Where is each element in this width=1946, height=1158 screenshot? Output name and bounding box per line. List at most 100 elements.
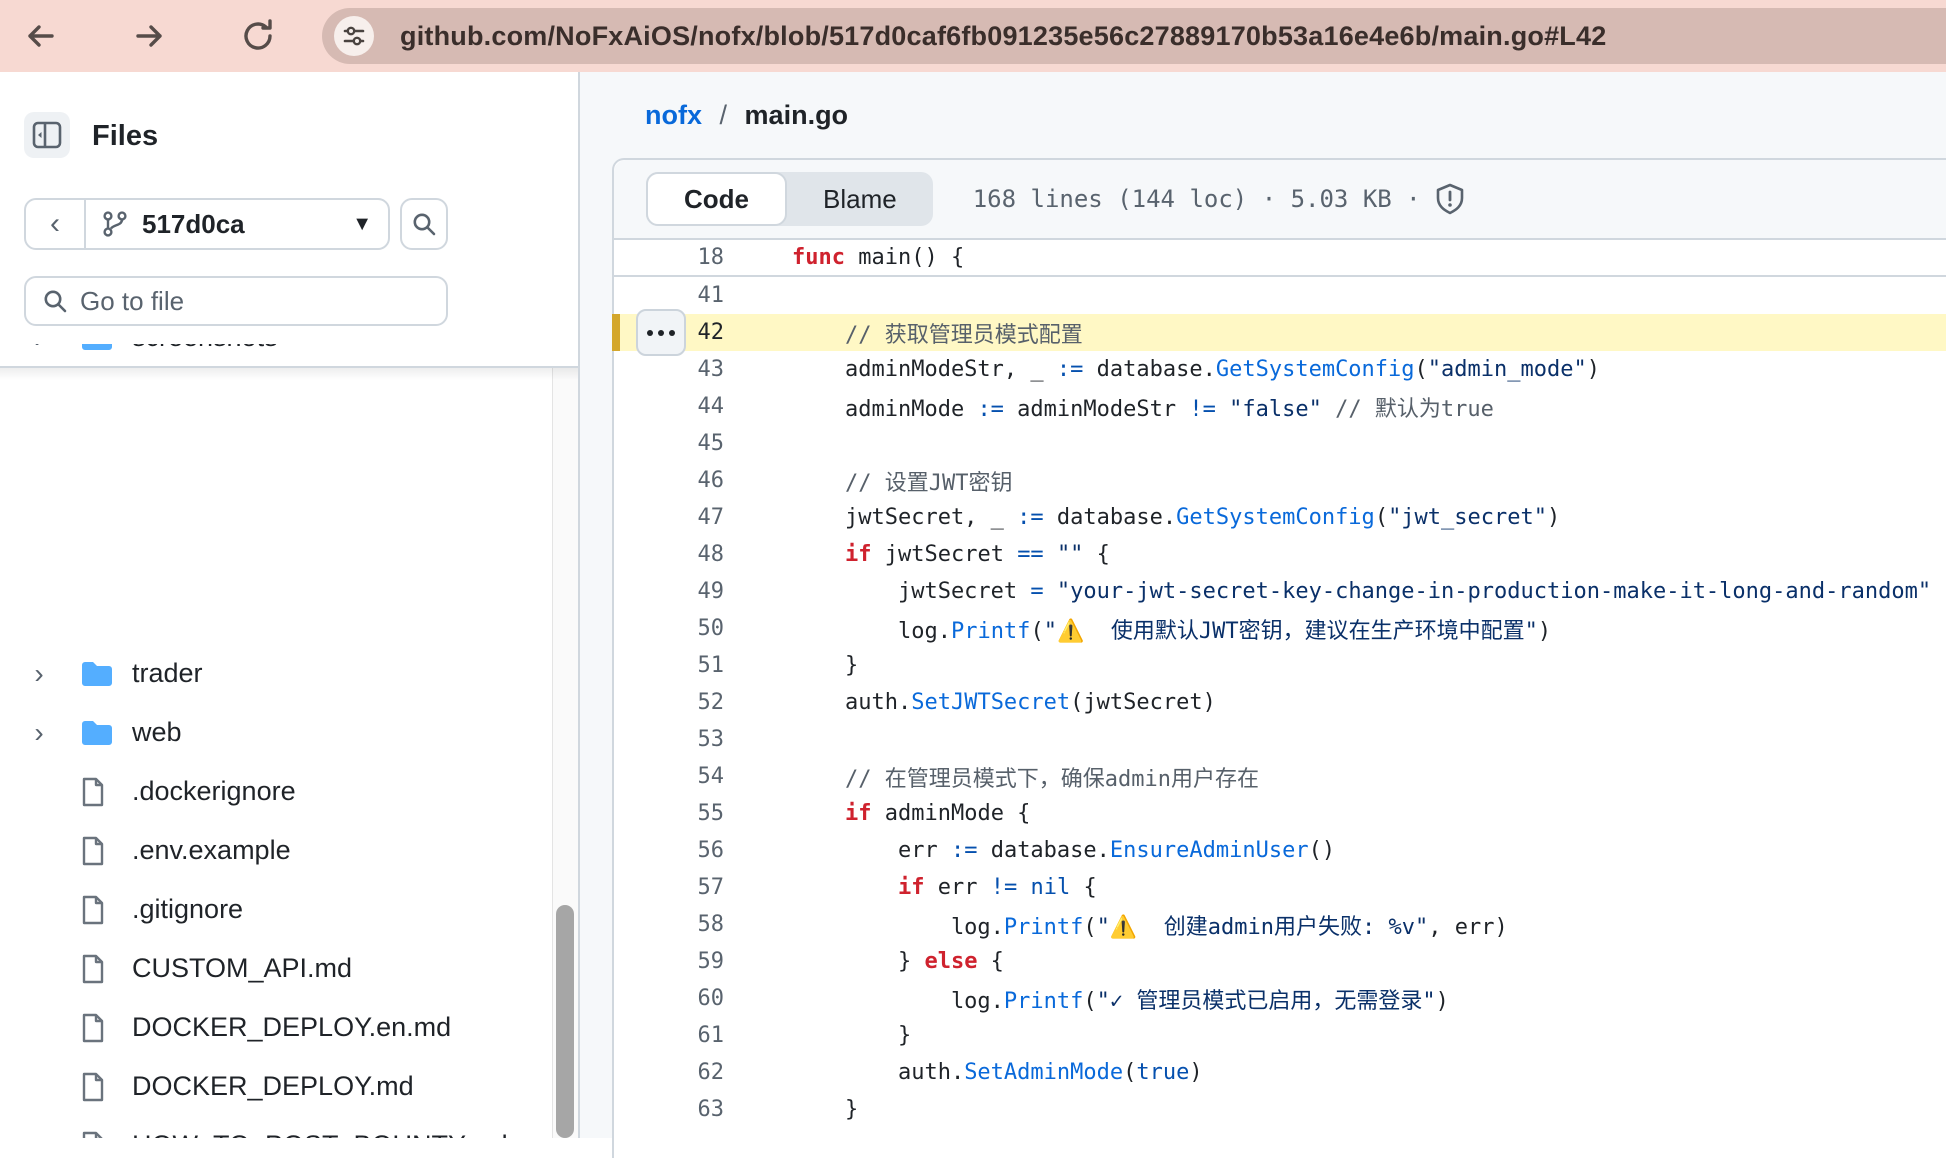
reload-button[interactable] <box>236 14 280 58</box>
line-number-54[interactable]: 54 <box>614 764 724 789</box>
address-bar[interactable]: github.com/NoFxAiOS/nofx/blob/517d0caf6f… <box>322 8 1946 64</box>
line-number-41[interactable]: 41 <box>614 283 724 308</box>
breadcrumb-file-name: main.go <box>745 100 849 130</box>
code-line-63: 63 } <box>614 1091 1946 1128</box>
line-number-47[interactable]: 47 <box>614 505 724 530</box>
tree-item-docker-deploy-md[interactable]: › DOCKER_DEPLOY.md <box>0 1057 552 1116</box>
tree-item-label: .dockerignore <box>132 776 296 807</box>
arrow-left-icon <box>22 18 58 54</box>
tree-item-how-to-post-bounty-md[interactable]: › HOW_TO_POST_BOUNTY.md <box>0 1116 552 1138</box>
code-text: auth.SetJWTSecret(jwtSecret) <box>792 690 1216 715</box>
files-heading: Files <box>92 120 158 153</box>
go-to-file-input[interactable] <box>80 286 410 317</box>
code-text: jwtSecret = "your-jwt-secret-key-change-… <box>792 579 1931 604</box>
chevron-right-icon[interactable]: › <box>26 344 52 354</box>
folder-icon <box>80 719 114 747</box>
tree-back-button[interactable]: ‹ <box>26 200 86 248</box>
breadcrumb-repo-link[interactable]: nofx <box>645 100 702 130</box>
code-line-41: 41 <box>614 277 1946 314</box>
line-number-48[interactable]: 48 <box>614 542 724 567</box>
tab-code[interactable]: Code <box>646 172 787 226</box>
tree-item-label: .env.example <box>132 835 291 866</box>
branch-name: 517d0ca <box>142 209 245 240</box>
chevron-down-icon: ▼ <box>352 213 372 236</box>
site-settings-badge[interactable] <box>334 16 374 56</box>
code-text: // 获取管理员模式配置 <box>792 317 1083 349</box>
code-line-51: 51 } <box>614 647 1946 684</box>
tree-item-custom-api-md[interactable]: › CUSTOM_API.md <box>0 939 552 998</box>
collapse-sidebar-button[interactable] <box>24 112 70 158</box>
tab-blame[interactable]: Blame <box>787 172 933 226</box>
code-text: } <box>792 653 858 678</box>
tree-item--env-example[interactable]: › .env.example <box>0 821 552 880</box>
forward-button[interactable] <box>128 14 172 58</box>
shield-alert-icon[interactable] <box>1435 183 1465 215</box>
code-text: } <box>792 1023 911 1048</box>
line-number-57[interactable]: 57 <box>614 875 724 900</box>
tree-item-label: DOCKER_DEPLOY.en.md <box>132 1012 451 1043</box>
chevron-right-icon[interactable]: › <box>26 658 52 690</box>
code-line-62: 62 auth.SetAdminMode(true) <box>614 1054 1946 1091</box>
tree-item-docker-deploy-en-md[interactable]: › DOCKER_DEPLOY.en.md <box>0 998 552 1057</box>
scroll-shadow <box>0 368 578 380</box>
tree-item-label: HOW_TO_POST_BOUNTY.md <box>132 1130 508 1138</box>
line-number-43[interactable]: 43 <box>614 357 724 382</box>
file-icon <box>80 1013 106 1043</box>
chevron-right-icon[interactable]: › <box>26 717 52 749</box>
sidebar-scrollbar-thumb[interactable] <box>556 905 574 1138</box>
tree-item--gitignore[interactable]: › .gitignore <box>0 880 552 939</box>
arrow-right-icon <box>132 18 168 54</box>
line-number-51[interactable]: 51 <box>614 653 724 678</box>
url-text: github.com/NoFxAiOS/nofx/blob/517d0caf6f… <box>400 21 1606 52</box>
clipped-tree-row-window: › screenshots <box>0 344 552 366</box>
line-number-53[interactable]: 53 <box>614 727 724 752</box>
search-icon <box>42 288 68 314</box>
file-tree: › screenshots › trader› web› .dockerigno… <box>0 344 552 1138</box>
line-number-61[interactable]: 61 <box>614 1023 724 1048</box>
search-this-repo-button[interactable] <box>400 198 448 250</box>
tree-item-screenshots[interactable]: › screenshots <box>0 344 552 366</box>
code-line-44: 44 adminMode := adminModeStr != "false" … <box>614 388 1946 425</box>
code-line-55: 55 if adminMode { <box>614 795 1946 832</box>
back-button[interactable] <box>18 14 62 58</box>
reload-icon <box>239 17 277 55</box>
github-file-page: Files ‹ 517d0ca ▼ <box>0 72 1946 1138</box>
code-line-57: 57 if err != nil { <box>614 869 1946 906</box>
code-line-60: 60 log.Printf("✓ 管理员模式已启用，无需登录") <box>614 980 1946 1017</box>
line-number-55[interactable]: 55 <box>614 801 724 826</box>
code-line-42: 42 // 获取管理员模式配置 <box>614 314 1946 351</box>
breadcrumb-separator: / <box>710 100 738 130</box>
tree-item-web[interactable]: › web <box>0 703 552 762</box>
tree-item-label: web <box>132 717 182 748</box>
line-number-45[interactable]: 45 <box>614 431 724 456</box>
line-number-59[interactable]: 59 <box>614 949 724 974</box>
tree-item--dockerignore[interactable]: › .dockerignore <box>0 762 552 821</box>
line-number-58[interactable]: 58 <box>614 912 724 937</box>
line-number-50[interactable]: 50 <box>614 616 724 641</box>
file-icon <box>80 836 106 866</box>
branch-picker-button[interactable]: 517d0ca ▼ <box>86 200 388 248</box>
line-number-56[interactable]: 56 <box>614 838 724 863</box>
tree-item-trader[interactable]: › trader <box>0 644 552 703</box>
code-text: // 在管理员模式下，确保admin用户存在 <box>792 761 1259 793</box>
line-actions-button[interactable] <box>636 309 686 356</box>
tune-icon <box>342 24 366 48</box>
line-number-46[interactable]: 46 <box>614 468 724 493</box>
branch-selector-group: ‹ 517d0ca ▼ <box>24 198 390 250</box>
code-text: jwtSecret, _ := database.GetSystemConfig… <box>792 505 1560 530</box>
code-line-48: 48 if jwtSecret == "" { <box>614 536 1946 573</box>
line-number-49[interactable]: 49 <box>614 579 724 604</box>
file-icon <box>80 1131 106 1139</box>
code-text: auth.SetAdminMode(true) <box>792 1060 1203 1085</box>
file-meta: 168 lines (144 loc) · 5.03 KB · <box>973 183 1465 215</box>
file-tree-sidebar: Files ‹ 517d0ca ▼ <box>0 72 580 1138</box>
line-number-52[interactable]: 52 <box>614 690 724 715</box>
git-branch-icon <box>102 210 128 238</box>
line-number-18[interactable]: 18 <box>614 245 724 270</box>
line-number-60[interactable]: 60 <box>614 986 724 1011</box>
code-text: if err != nil { <box>792 875 1097 900</box>
sidebar-scrollbar-track[interactable] <box>552 368 578 1138</box>
line-number-44[interactable]: 44 <box>614 394 724 419</box>
line-number-63[interactable]: 63 <box>614 1097 724 1122</box>
line-number-62[interactable]: 62 <box>614 1060 724 1085</box>
